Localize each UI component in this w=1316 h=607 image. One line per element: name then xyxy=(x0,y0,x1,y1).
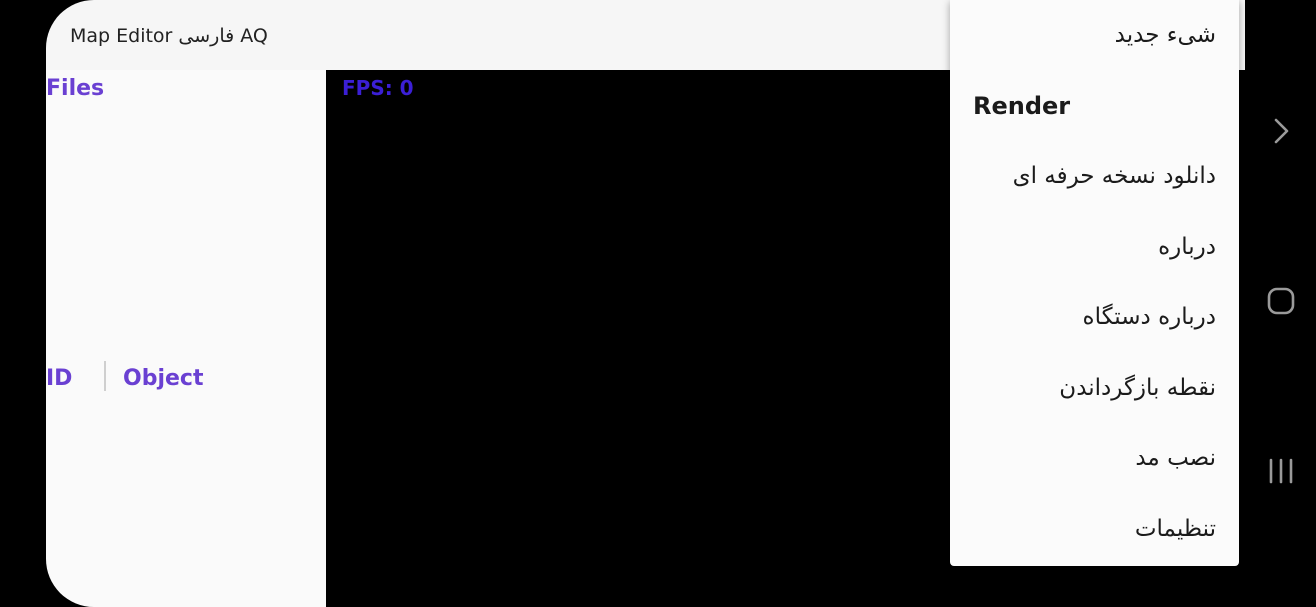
files-label[interactable]: Files xyxy=(46,76,104,101)
recents-icon[interactable] xyxy=(1263,453,1299,489)
system-navigation-bar xyxy=(1245,0,1316,607)
object-column-header[interactable]: Object xyxy=(123,366,203,391)
menu-item-render[interactable]: Render xyxy=(950,71,1239,141)
menu-item-new-object[interactable]: شیء جدید xyxy=(950,0,1239,70)
chevron-right-icon[interactable] xyxy=(1263,113,1299,149)
overflow-menu: شیء جدید Render دانلود نسخه حرفه ای دربا… xyxy=(950,0,1239,566)
fps-counter: FPS: 0 xyxy=(342,76,414,100)
home-icon[interactable] xyxy=(1263,283,1299,319)
menu-item-about-device[interactable]: درباره دستگاه xyxy=(950,282,1239,352)
id-column-header[interactable]: ID xyxy=(46,366,72,391)
screen: Map Editor فارسی AQ Files ID Object FPS:… xyxy=(0,0,1316,607)
left-panel: Files ID Object xyxy=(46,70,326,607)
menu-item-install-mod[interactable]: نصب مد xyxy=(950,423,1239,493)
menu-item-about[interactable]: درباره xyxy=(950,212,1239,282)
menu-item-download-pro[interactable]: دانلود نسخه حرفه ای xyxy=(950,141,1239,211)
app-title: Map Editor فارسی AQ xyxy=(70,25,268,47)
column-divider xyxy=(104,361,106,391)
menu-item-restore-point[interactable]: نقطه بازگرداندن xyxy=(950,353,1239,423)
menu-item-settings[interactable]: تنظیمات xyxy=(950,494,1239,564)
